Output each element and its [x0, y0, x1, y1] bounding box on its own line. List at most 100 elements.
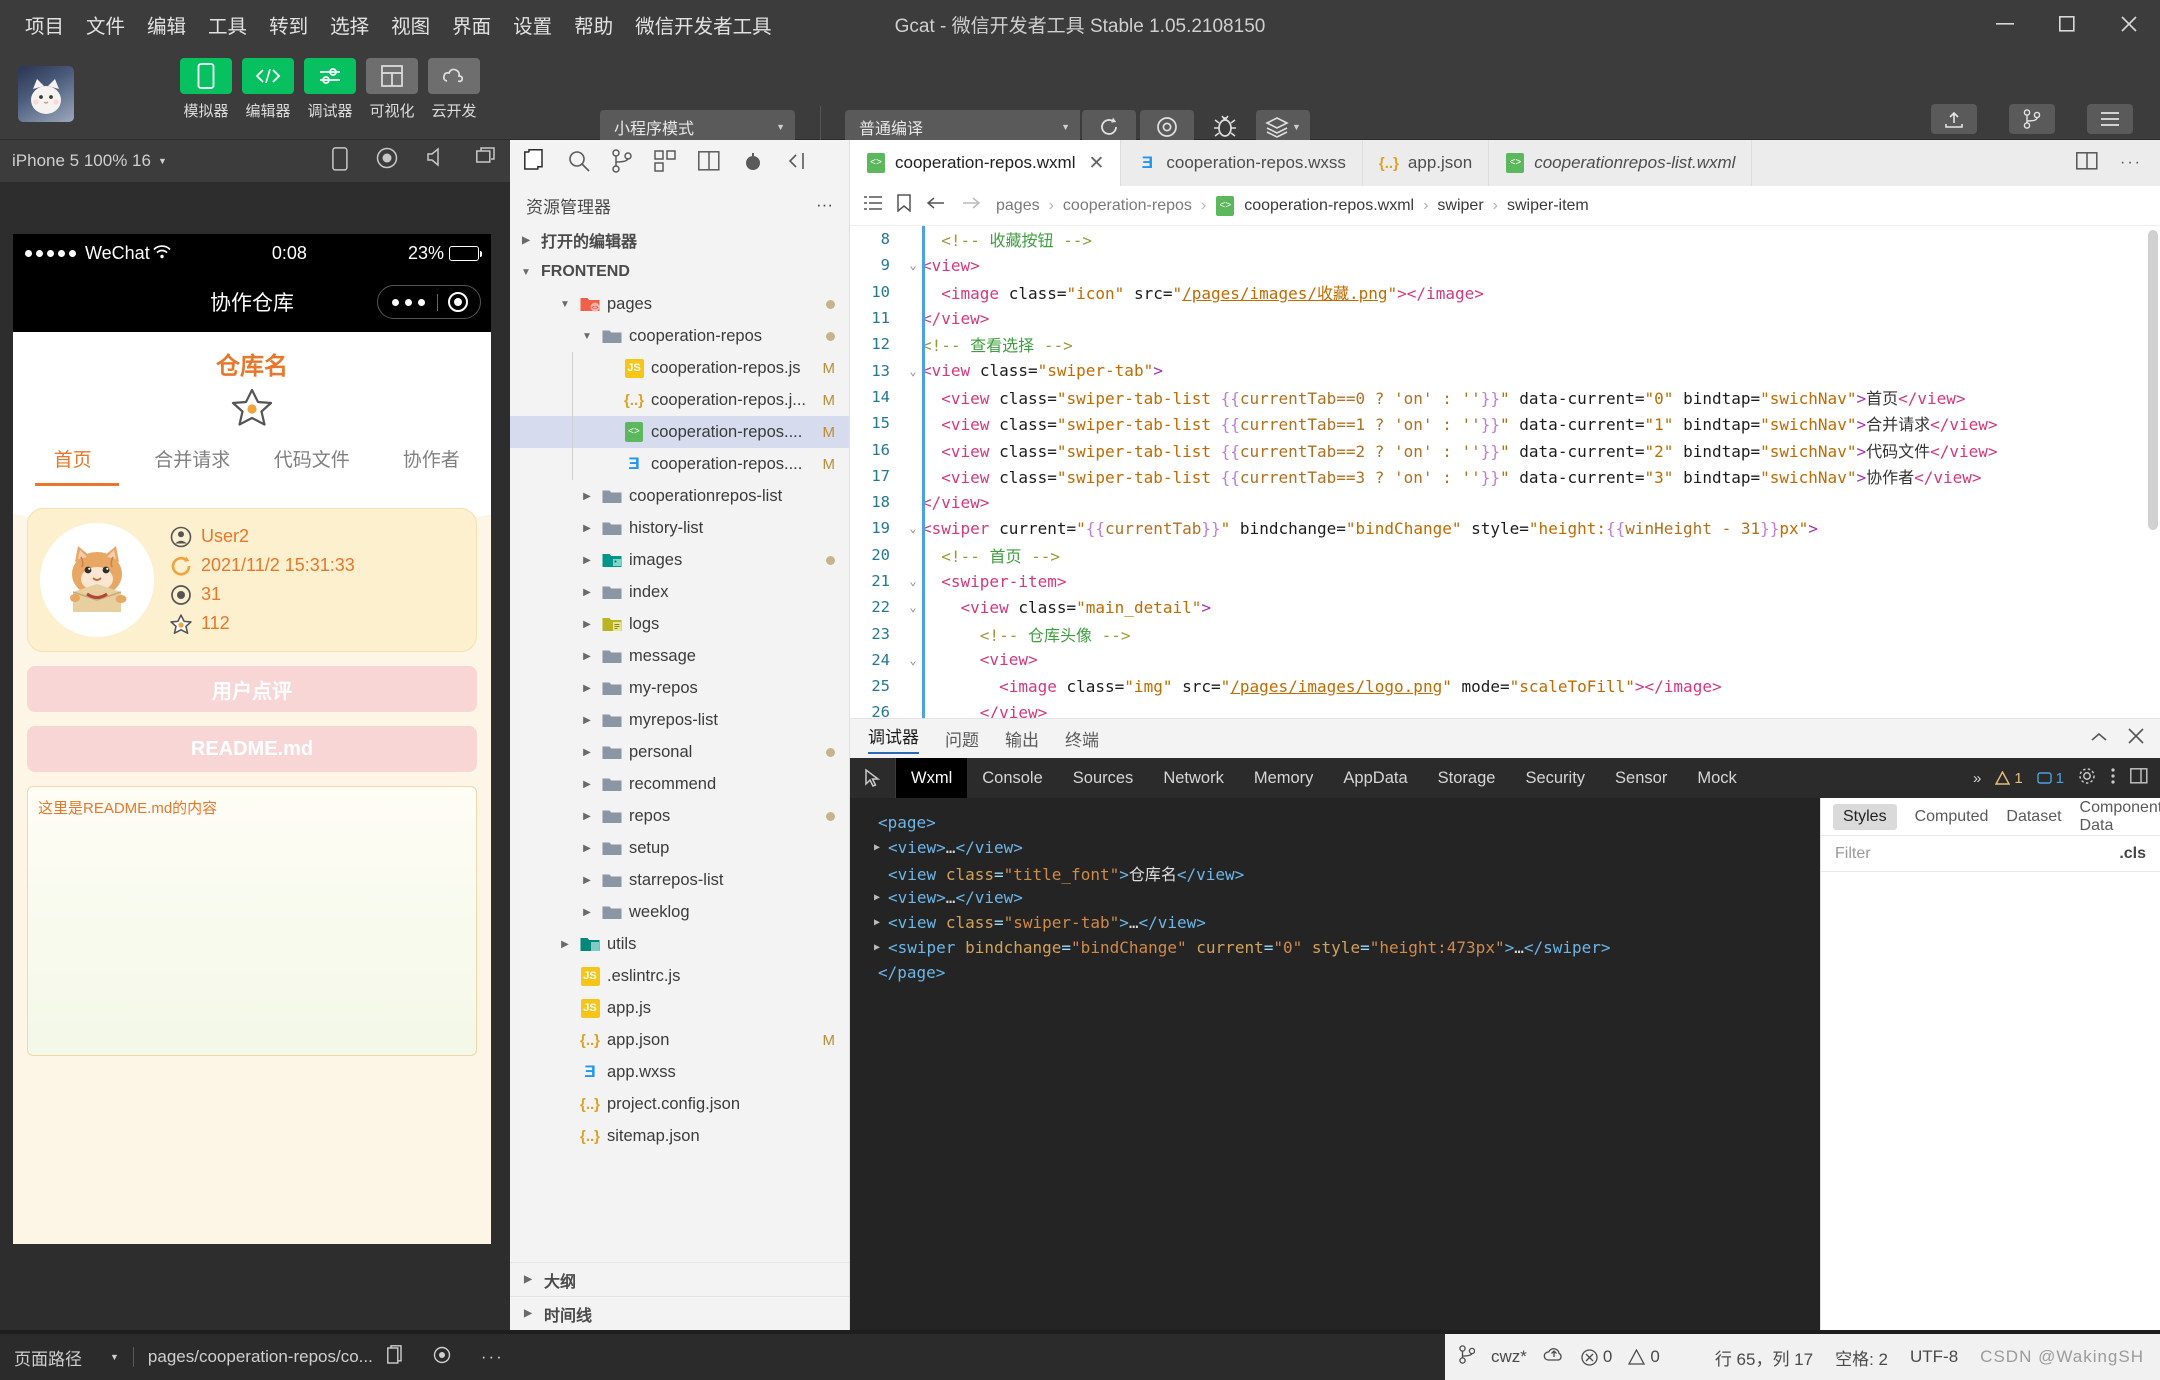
repo-tab-3[interactable]: 协作者: [372, 439, 492, 486]
styles-tab-component-data[interactable]: Component Data: [2080, 799, 2160, 835]
minimize-button[interactable]: [1974, 0, 2036, 48]
devtools-tab-mock[interactable]: Mock: [1682, 758, 1751, 798]
extensions-icon[interactable]: [654, 149, 676, 177]
code-line[interactable]: 12 <!-- 查看选择 -->: [850, 331, 2160, 357]
split-editor-icon[interactable]: [698, 150, 720, 176]
menu-item-3[interactable]: 工具: [197, 6, 258, 43]
devtools-tab-console[interactable]: Console: [967, 758, 1058, 798]
close-target-icon[interactable]: [448, 292, 468, 312]
code-line[interactable]: 15 <view class="swiper-tab-list {{curren…: [850, 410, 2160, 436]
styles-tab-computed[interactable]: Computed: [1915, 808, 1989, 826]
tool-cloud[interactable]: 云开发: [428, 58, 480, 121]
split-editor-icon[interactable]: [2076, 151, 2098, 175]
cls-toggle[interactable]: .cls: [2119, 845, 2146, 863]
tree-folder[interactable]: ▶ myrepos-list: [510, 704, 849, 736]
devtools-tab-appdata[interactable]: AppData: [1328, 758, 1422, 798]
devtools-tab-memory[interactable]: Memory: [1239, 758, 1329, 798]
root-folder-section[interactable]: ▼ FRONTEND: [510, 256, 849, 288]
devtools-tab-storage[interactable]: Storage: [1423, 758, 1511, 798]
tree-file[interactable]: {..} app.json M: [510, 1024, 849, 1056]
menu-item-7[interactable]: 界面: [441, 6, 502, 43]
bookmark-icon[interactable]: [897, 194, 911, 217]
code-line[interactable]: 24 ⌄ <view>: [850, 647, 2160, 673]
fold-toggle-icon[interactable]: ⌄: [904, 364, 922, 378]
devtools-tab-sensor[interactable]: Sensor: [1600, 758, 1682, 798]
expand-triangle-icon[interactable]: ▶: [874, 942, 888, 953]
explorer-section-0[interactable]: ▶ 大纲: [510, 1262, 849, 1296]
expand-triangle-icon[interactable]: ▶: [874, 892, 888, 903]
window-icon[interactable]: [476, 146, 498, 176]
tree-folder[interactable]: ▶ utils: [510, 928, 849, 960]
code-line[interactable]: 16 <view class="swiper-tab-list {{curren…: [850, 436, 2160, 462]
tree-folder[interactable]: ▶ index: [510, 576, 849, 608]
open-editors-section[interactable]: ▶ 打开的编辑器: [510, 224, 849, 256]
outline-icon[interactable]: [864, 195, 882, 216]
devtools-tab-security[interactable]: Security: [1510, 758, 1600, 798]
wechat-capsule[interactable]: [377, 285, 481, 319]
styles-tab-styles[interactable]: Styles: [1833, 803, 1897, 830]
tree-folder[interactable]: ▶ setup: [510, 832, 849, 864]
tree-folder[interactable]: ▶ my-repos: [510, 672, 849, 704]
tree-file[interactable]: Ǝapp.wxss: [510, 1056, 849, 1088]
tree-file[interactable]: JS .eslintrc.js: [510, 960, 849, 992]
debugger-panel-tab-3[interactable]: 终端: [1065, 726, 1099, 751]
mode-select[interactable]: 小程序模式 ▼: [600, 110, 795, 144]
wxml-node[interactable]: ▶ <view>…</view>: [864, 835, 1820, 860]
error-badge[interactable]: 1: [2036, 770, 2064, 787]
tree-folder[interactable]: ▶ logs: [510, 608, 849, 640]
branch-name[interactable]: cwz*: [1491, 1347, 1527, 1367]
code-line[interactable]: 10 <image class="icon" src="/pages/image…: [850, 279, 2160, 305]
kebab-icon[interactable]: [2110, 767, 2116, 789]
warning-badge[interactable]: 1: [1995, 770, 2023, 787]
fold-toggle-icon[interactable]: ⌄: [904, 521, 922, 535]
tree-folder[interactable]: ▶ starrepos-list: [510, 864, 849, 896]
tree-folder[interactable]: ▼ <> pages: [510, 288, 849, 320]
cursor-position[interactable]: 行 65，列 17: [1715, 1345, 1813, 1370]
tree-file[interactable]: Ǝcooperation-repos.... M: [510, 448, 849, 480]
gear-icon[interactable]: [2078, 767, 2096, 789]
more-icon[interactable]: ···: [2120, 154, 2142, 172]
expand-triangle-icon[interactable]: ▶: [874, 917, 888, 928]
compile-select[interactable]: 普通编译 ▼: [845, 110, 1080, 144]
code-line[interactable]: 20 <!-- 首页 -->: [850, 542, 2160, 568]
code-line[interactable]: 11 </view>: [850, 305, 2160, 331]
tree-file[interactable]: {..} sitemap.json: [510, 1120, 849, 1152]
branch-icon[interactable]: [612, 148, 632, 178]
record-icon[interactable]: [376, 147, 398, 176]
fold-toggle-icon[interactable]: ⌄: [904, 258, 922, 272]
tool-layout[interactable]: 可视化: [366, 58, 418, 121]
tree-folder[interactable]: ▼ cooperation-repos: [510, 320, 849, 352]
menu-item-5[interactable]: 选择: [319, 6, 380, 43]
warning-count[interactable]: 0: [1628, 1347, 1660, 1367]
menu-item-2[interactable]: 编辑: [136, 6, 197, 43]
editor-tab-0[interactable]: <> cooperation-repos.wxml ✕: [850, 140, 1122, 186]
menu-item-0[interactable]: 项目: [14, 6, 75, 43]
fold-toggle-icon[interactable]: ⌄: [904, 653, 922, 667]
wxml-node[interactable]: ▶ <swiper bindchange="bindChange" current…: [864, 935, 1820, 960]
user-reviews-button[interactable]: 用户点评: [27, 666, 477, 712]
code-line[interactable]: 25 <image class="img" src="/pages/images…: [850, 673, 2160, 699]
more-icon[interactable]: ···: [481, 1347, 504, 1367]
code-line[interactable]: 26 </view>: [850, 699, 2160, 718]
indent-setting[interactable]: 空格: 2: [1835, 1345, 1888, 1370]
page-path-label[interactable]: 页面路径: [14, 1345, 82, 1370]
menu-item-6[interactable]: 视图: [380, 6, 441, 43]
code-line[interactable]: 8 <!-- 收藏按钮 -->: [850, 226, 2160, 252]
expand-triangle-icon[interactable]: ▶: [874, 842, 888, 853]
repo-tab-0[interactable]: 首页: [13, 439, 133, 486]
code-line[interactable]: 9 ⌄ <view>: [850, 252, 2160, 278]
menu-item-8[interactable]: 设置: [502, 6, 563, 43]
code-line[interactable]: 22 ⌄ <view class="main_detail">: [850, 594, 2160, 620]
editor-tab-3[interactable]: <> cooperationrepos-list.wxml: [1489, 140, 1753, 186]
project-avatar[interactable]: [18, 66, 74, 122]
code-editor[interactable]: 8 <!-- 收藏按钮 --> 9 ⌄ <view> 10 <image class="…: [850, 226, 2160, 718]
debugger-panel-tab-2[interactable]: 输出: [1005, 726, 1039, 751]
devtools-overflow-icon[interactable]: »: [1973, 770, 1981, 787]
wxml-node[interactable]: <view class="title_font">仓库名</view>: [864, 860, 1820, 885]
wxml-node[interactable]: ▶ <view class="swiper-tab">…</view>: [864, 910, 1820, 935]
code-line[interactable]: 14 <view class="swiper-tab-list {{curren…: [850, 384, 2160, 410]
debugger-panel-tab-1[interactable]: 问题: [945, 726, 979, 751]
more-dots-icon[interactable]: [392, 298, 425, 306]
styles-tab-dataset[interactable]: Dataset: [2006, 808, 2061, 826]
back-icon[interactable]: [926, 195, 946, 216]
